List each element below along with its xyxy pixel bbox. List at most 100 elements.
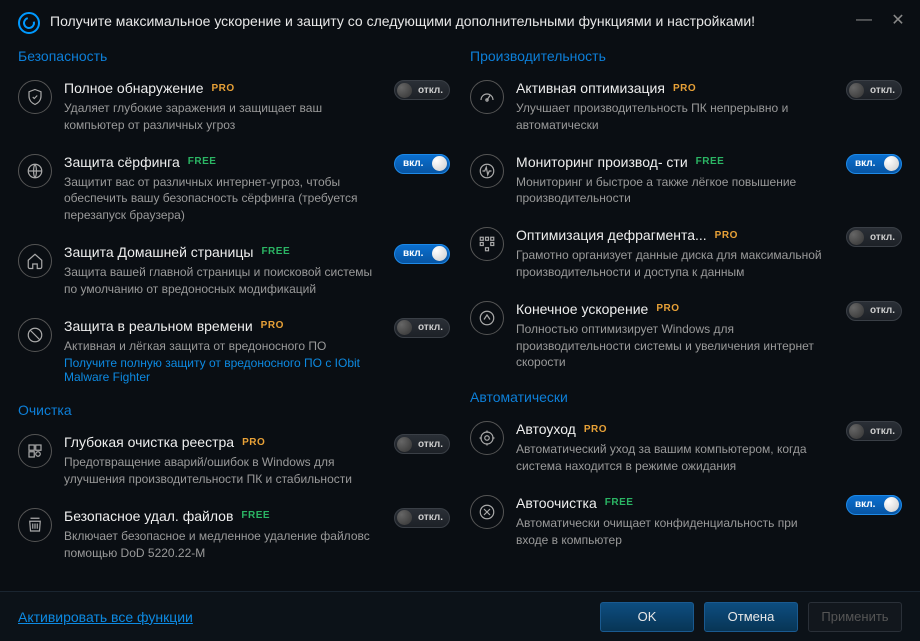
section-security-title: Безопасность (18, 48, 450, 64)
feature-title: Конечное ускорение (516, 301, 648, 317)
free-badge: FREE (605, 497, 634, 508)
feature-link[interactable]: Получите полную защиту от вредоносного П… (64, 356, 380, 384)
toggle-label: откл. (870, 305, 895, 316)
toggle-label: вкл. (855, 499, 875, 510)
toggle-auto-care[interactable]: откл. (846, 421, 902, 441)
feature-description: Полностью оптимизирует Windows для произ… (516, 321, 832, 371)
feature-full-detection: Полное обнаружение PRO Удаляет глубокие за… (18, 72, 450, 146)
pro-badge: PRO (242, 437, 265, 448)
feature-description: Защита вашей главной страницы и поисково… (64, 264, 380, 298)
toggle-deep-registry-clean[interactable]: откл. (394, 434, 450, 454)
free-badge: FREE (241, 510, 270, 521)
toggle-homepage-protect[interactable]: вкл. (394, 244, 450, 264)
toggle-label: откл. (870, 232, 895, 243)
feature-description: Автоматический уход за вашим компьютером… (516, 441, 832, 475)
free-badge: FREE (261, 246, 290, 257)
feature-auto-clean: Автоочистка FREE Автоматически очищает кон… (470, 487, 902, 561)
shred-icon (18, 508, 52, 542)
window-title: Получите максимальное ускорение и защиту… (50, 12, 755, 31)
boost-icon (470, 301, 504, 335)
right-column: Производительность Активная оптимизация P… (470, 42, 902, 574)
toggle-label: откл. (418, 322, 443, 333)
toggle-label: откл. (418, 85, 443, 96)
cancel-button[interactable]: Отмена (704, 602, 798, 632)
feature-description: Включает безопасное и медленное удаление… (64, 528, 380, 562)
pulse-icon (470, 154, 504, 188)
feature-title: Глубокая очистка реестра (64, 434, 234, 450)
feature-description: Мониторинг и быстрое а также лёгкое повы… (516, 174, 832, 208)
feature-title: Защита Домашней страницы (64, 244, 253, 260)
pro-badge: PRO (656, 303, 679, 314)
realtime-icon (18, 318, 52, 352)
toggle-defrag-optimize[interactable]: откл. (846, 227, 902, 247)
pro-badge: PRO (261, 320, 284, 331)
feature-title: Полное обнаружение (64, 80, 204, 96)
pro-badge: PRO (715, 230, 738, 241)
feature-title: Защита в реальном времени (64, 318, 253, 334)
feature-description: Предотвращение аварий/ошибок в Windows д… (64, 454, 380, 488)
feature-defrag-optimize: Оптимизация дефрагмента... PRO Грамотно ор… (470, 219, 902, 293)
toggle-surfing-protect[interactable]: вкл. (394, 154, 450, 174)
section-automatic-title: Автоматически (470, 389, 902, 405)
toggle-auto-clean[interactable]: вкл. (846, 495, 902, 515)
toggle-label: вкл. (403, 158, 423, 169)
autocare-icon (470, 421, 504, 455)
feature-description: Удаляет глубокие заражения и защищает ва… (64, 100, 380, 134)
left-column: Безопасность Полное обнаружение PRO Удаляе… (18, 42, 450, 574)
app-logo-icon (18, 12, 40, 34)
feature-title: Защита сёрфинга (64, 154, 180, 170)
titlebar: Получите максимальное ускорение и защиту… (0, 0, 920, 42)
feature-description: Автоматически очищает конфиденциальность… (516, 515, 832, 549)
section-performance-title: Производительность (470, 48, 902, 64)
toggle-ultimate-speedup[interactable]: откл. (846, 301, 902, 321)
feature-homepage-protect: Защита Домашней страницы FREE Защита вашей… (18, 236, 450, 310)
feature-ultimate-speedup: Конечное ускорение PRO Полностью оптимизир… (470, 293, 902, 383)
feature-title: Активная оптимизация (516, 80, 665, 96)
section-cleanup-title: Очистка (18, 402, 450, 418)
feature-description: Грамотно организует данные диска для мак… (516, 247, 832, 281)
activate-all-link[interactable]: Активировать все функции (18, 609, 193, 625)
pro-badge: PRO (584, 424, 607, 435)
shield-icon (18, 80, 52, 114)
toggle-label: вкл. (855, 158, 875, 169)
close-button[interactable]: ✕ (886, 10, 910, 30)
toggle-perf-monitor[interactable]: вкл. (846, 154, 902, 174)
feature-title: Автоуход (516, 421, 576, 437)
feature-active-optimize: Активная оптимизация PRO Улучшает производ… (470, 72, 902, 146)
feature-realtime-protect: Защита в реальном времени PRO Активная и л… (18, 310, 450, 397)
home-icon (18, 244, 52, 278)
toggle-active-optimize[interactable]: откл. (846, 80, 902, 100)
toggle-label: вкл. (403, 248, 423, 259)
feature-title: Автоочистка (516, 495, 597, 511)
feature-title: Оптимизация дефрагмента... (516, 227, 707, 243)
pro-badge: PRO (673, 83, 696, 94)
feature-title: Мониторинг производ- сти (516, 154, 688, 170)
defrag-icon (470, 227, 504, 261)
toggle-label: откл. (870, 85, 895, 96)
feature-secure-delete: Безопасное удал. файлов FREE Включает безо… (18, 500, 450, 574)
toggle-label: откл. (418, 512, 443, 523)
feature-perf-monitor: Мониторинг производ- сти FREE Мониторинг и… (470, 146, 902, 220)
feature-title: Безопасное удал. файлов (64, 508, 233, 524)
free-badge: FREE (188, 156, 217, 167)
ok-button[interactable]: OK (600, 602, 694, 632)
feature-description: Активная и лёгкая защита от вредоносного… (64, 338, 380, 355)
toggle-label: откл. (870, 426, 895, 437)
feature-description: Защитит вас от различных интернет-угроз,… (64, 174, 380, 224)
toggle-label: откл. (418, 439, 443, 450)
registry-icon (18, 434, 52, 468)
toggle-realtime-protect[interactable]: откл. (394, 318, 450, 338)
feature-auto-care: Автоуход PRO Автоматический уход за вашим … (470, 413, 902, 487)
feature-deep-registry-clean: Глубокая очистка реестра PRO Предотвращени… (18, 426, 450, 500)
footer: Активировать все функции OK Отмена Приме… (0, 591, 920, 641)
apply-button[interactable]: Применить (808, 602, 902, 632)
globe-icon (18, 154, 52, 188)
toggle-full-detection[interactable]: откл. (394, 80, 450, 100)
gauge-icon (470, 80, 504, 114)
minimize-button[interactable]: — (852, 10, 876, 30)
feature-description: Улучшает производительность ПК непрерывн… (516, 100, 832, 134)
feature-surfing-protect: Защита сёрфинга FREE Защитит вас от различ… (18, 146, 450, 236)
toggle-secure-delete[interactable]: откл. (394, 508, 450, 528)
free-badge: FREE (696, 156, 725, 167)
pro-badge: PRO (212, 83, 235, 94)
